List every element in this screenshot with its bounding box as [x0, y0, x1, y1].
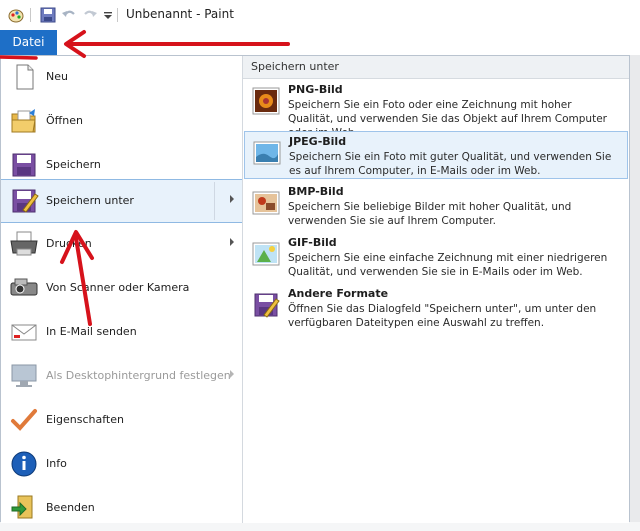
- file-menu: Neu Öffnen Speichern Speichern unter Dru…: [0, 55, 630, 523]
- file-tab[interactable]: Datei: [0, 30, 57, 55]
- format-name: BMP-Bild: [288, 185, 344, 198]
- png-image-icon: [252, 87, 280, 115]
- menu-item-label: Speichern: [46, 158, 101, 171]
- format-description: Speichern Sie eine einfache Zeichnung mi…: [288, 252, 608, 278]
- format-option-png[interactable]: PNG-Bild Speichern Sie ein Foto oder ein…: [244, 80, 628, 139]
- menu-item-label: Als Desktophintergrund festlegen: [46, 369, 231, 382]
- customize-dropdown-icon[interactable]: [103, 7, 113, 23]
- format-description: Speichern Sie beliebige Bilder mit hoher…: [288, 201, 572, 227]
- menu-item-open[interactable]: Öffnen: [1, 100, 242, 144]
- submenu-arrow-icon: [230, 370, 234, 378]
- email-icon: [11, 324, 37, 341]
- save-icon: [12, 153, 36, 177]
- printer-icon: [10, 231, 38, 256]
- format-name: Andere Formate: [288, 287, 389, 300]
- format-option-jpeg[interactable]: JPEG-Bild Speichern Sie ein Foto mit gut…: [244, 131, 628, 179]
- format-option-gif[interactable]: GIF-Bild Speichern Sie eine einfache Zei…: [244, 233, 628, 281]
- submenu-arrow-icon[interactable]: [230, 238, 234, 246]
- format-name: PNG-Bild: [288, 83, 343, 96]
- new-document-icon: [16, 64, 34, 90]
- menu-item-properties[interactable]: Eigenschaften: [1, 399, 242, 443]
- scanner-camera-icon: [10, 278, 38, 296]
- desktop-background-icon: [11, 364, 37, 387]
- menu-item-email[interactable]: In E-Mail senden: [1, 311, 242, 355]
- submenu-divider: [214, 182, 215, 220]
- menu-item-label: Drucken: [46, 237, 92, 250]
- bmp-image-icon: [252, 191, 280, 215]
- submenu-arrow-icon[interactable]: [230, 195, 234, 203]
- ribbon-tab-row: Datei: [0, 30, 640, 56]
- info-icon: [11, 451, 37, 477]
- format-option-bmp[interactable]: BMP-Bild Speichern Sie beliebige Bilder …: [244, 182, 628, 230]
- paint-app-icon[interactable]: [7, 7, 25, 23]
- title-bar: Unbenannt - Paint: [0, 0, 640, 30]
- save-as-header-label: Speichern unter: [251, 60, 339, 73]
- menu-item-label: Öffnen: [46, 114, 83, 127]
- format-description: Speichern Sie ein Foto mit guter Qualitä…: [289, 151, 612, 177]
- menu-item-exit[interactable]: Beenden: [1, 487, 242, 531]
- format-description: Öffnen Sie das Dialogfeld "Speichern unt…: [288, 303, 597, 329]
- menu-item-label: Eigenschaften: [46, 413, 124, 426]
- menu-item-label: Von Scanner oder Kamera: [46, 281, 190, 294]
- menu-item-label: Speichern unter: [46, 194, 134, 207]
- menu-item-new[interactable]: Neu: [1, 56, 242, 100]
- menu-item-info[interactable]: Info: [1, 443, 242, 487]
- menu-item-label: Info: [46, 457, 67, 470]
- menu-item-print[interactable]: Drucken: [1, 223, 242, 267]
- format-name: GIF-Bild: [288, 236, 337, 249]
- separator: [30, 8, 31, 22]
- separator: [117, 8, 118, 22]
- open-folder-icon: [11, 109, 36, 133]
- menu-item-save-as[interactable]: Speichern unter: [1, 179, 242, 223]
- menu-item-desktop-background: Als Desktophintergrund festlegen: [1, 355, 242, 399]
- gif-image-icon: [252, 242, 280, 266]
- checkmark-icon: [11, 409, 37, 431]
- exit-icon: [11, 495, 33, 519]
- other-formats-icon: [254, 293, 280, 318]
- format-option-other[interactable]: Andere Formate Öffnen Sie das Dialogfeld…: [244, 284, 628, 332]
- window-title: Unbenannt - Paint: [126, 7, 234, 21]
- save-as-header: Speichern unter: [243, 56, 629, 79]
- save-as-icon: [12, 189, 39, 213]
- menu-item-scanner[interactable]: Von Scanner oder Kamera: [1, 267, 242, 311]
- jpeg-image-icon: [253, 141, 281, 165]
- undo-icon[interactable]: [61, 7, 77, 23]
- file-menu-commands: Neu Öffnen Speichern Speichern unter Dru…: [1, 56, 243, 523]
- menu-item-label: Beenden: [46, 501, 95, 514]
- format-name: JPEG-Bild: [289, 135, 347, 148]
- save-as-panel: Speichern unter PNG-Bild Speichern Sie e…: [243, 56, 629, 523]
- menu-item-label: Neu: [46, 70, 68, 83]
- redo-icon[interactable]: [82, 7, 98, 23]
- menu-item-label: In E-Mail senden: [46, 325, 137, 338]
- save-icon[interactable]: [40, 7, 56, 23]
